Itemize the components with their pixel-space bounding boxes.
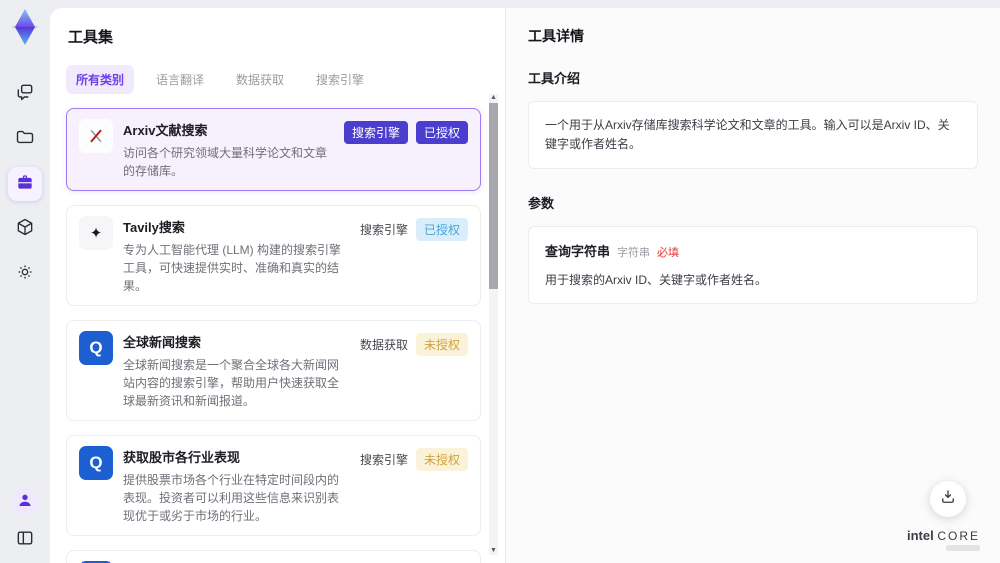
param-description: 用于搜索的Arxiv ID、关键字或作者姓名。 [545, 273, 768, 288]
tool-card-global-news[interactable]: Q 全球新闻搜索 全球新闻搜索是一个聚合全球各大新闻网站内容的搜索引擎，帮助用户… [66, 320, 481, 421]
sidebar-item-toolbox[interactable] [8, 167, 42, 201]
category-tabs: 所有类别 语言翻译 数据获取 搜索引擎 [66, 65, 481, 94]
sidebar-nav [8, 77, 42, 291]
param-box: 查询字符串 字符串 必填 用于搜索的Arxiv ID、关键字或作者姓名。 [528, 226, 978, 305]
core-wordmark: CORE [937, 529, 980, 543]
folder-icon [15, 127, 35, 152]
tool-description: 专为人工智能代理 (LLM) 构建的搜索引擎工具，可快速提供实时、准确和真实的结… [123, 243, 342, 293]
sidebar-item-account[interactable] [10, 487, 40, 517]
page-title: 工具集 [68, 29, 114, 46]
detail-title: 工具详情 [528, 28, 584, 44]
tool-card-tavily[interactable]: ✦ Tavily搜索 专为人工智能代理 (LLM) 构建的搜索引擎工具，可快速提… [66, 205, 481, 306]
intel-core-logo: intel CORE [907, 528, 980, 551]
gear-icon [15, 262, 35, 287]
scroll-down-icon[interactable]: ▼ [490, 547, 497, 555]
scrollbar-thumb[interactable] [489, 103, 498, 289]
tool-list: Arxiv文献搜索 访问各个研究领域大量科学论文和文章的存储库。 搜索引擎 已授… [66, 108, 481, 563]
category-badge: 数据获取 [359, 338, 408, 352]
tool-list-panel: 工具集 所有类别 语言翻译 数据获取 搜索引擎 Arxiv文献搜索 访问各个研究… [50, 8, 505, 563]
app-logo-icon [7, 7, 43, 47]
sidebar-item-files[interactable] [8, 122, 42, 156]
intel-sub-badge [946, 545, 980, 551]
download-button[interactable] [930, 481, 966, 517]
auth-status-badge: 未授权 [415, 333, 468, 356]
cube-icon [15, 217, 35, 242]
arxiv-logo-icon [79, 119, 113, 153]
category-badge: 搜索引擎 [343, 121, 408, 144]
intro-text: 一个用于从Arxiv存储库搜索科学论文和文章的工具。输入可以是Arxiv ID、… [545, 118, 950, 152]
download-icon [939, 488, 957, 511]
chat-icon [15, 82, 35, 107]
sidebar-item-chat[interactable] [8, 77, 42, 111]
sidebar-item-plugins[interactable] [8, 212, 42, 246]
tool-description: 访问各个研究领域大量科学论文和文章的存储库。 [123, 146, 328, 178]
category-badge: 搜索引擎 [359, 223, 408, 237]
user-icon [16, 491, 34, 514]
tool-description: 提供股票市场各个行业在特定时间段内的表现。投资者可以利用这些信息来识别表现优于或… [123, 473, 340, 523]
param-name: 查询字符串 [545, 244, 611, 260]
panel-toggle-icon [15, 528, 35, 553]
tool-name: Arxiv文献搜索 [123, 123, 208, 138]
param-type: 字符串 [617, 247, 651, 260]
tavily-star-icon: ✦ [79, 216, 113, 250]
tool-card-most-active-stocks[interactable]: Q 获取市场最活跃股票信息 提供当天交易量最高的股票列表，投资者可以利用这些信息… [66, 550, 481, 563]
intro-heading: 工具介绍 [528, 71, 581, 86]
tool-card-arxiv[interactable]: Arxiv文献搜索 访问各个研究领域大量科学论文和文章的存储库。 搜索引擎 已授… [66, 108, 481, 191]
toolbox-icon [15, 172, 35, 197]
app-sidebar [0, 0, 50, 563]
auth-status-badge: 未授权 [415, 448, 468, 471]
intro-box: 一个用于从Arxiv存储库搜索科学论文和文章的工具。输入可以是Arxiv ID、… [528, 101, 978, 170]
category-badge: 搜索引擎 [359, 453, 408, 467]
tool-card-sector-performance[interactable]: Q 获取股市各行业表现 提供股票市场各个行业在特定时间段内的表现。投资者可以利用… [66, 435, 481, 536]
news-q-icon: Q [79, 331, 113, 365]
tool-detail-panel: 工具详情 工具介绍 一个用于从Arxiv存储库搜索科学论文和文章的工具。输入可以… [505, 8, 1000, 563]
param-required-badge: 必填 [657, 247, 680, 260]
tab-all-categories[interactable]: 所有类别 [66, 65, 135, 94]
news-q-icon: Q [79, 446, 113, 480]
params-heading: 参数 [528, 196, 555, 212]
tool-name: 全球新闻搜索 [123, 335, 202, 350]
auth-status-badge: 已授权 [415, 121, 468, 144]
tool-name: Tavily搜索 [123, 220, 185, 235]
tool-description: 全球新闻搜索是一个聚合全球各大新闻网站内容的搜索引擎，帮助用户快速获取全球最新资… [123, 358, 340, 408]
list-scrollbar[interactable]: ▲ ▼ [489, 94, 498, 555]
tab-search-engine[interactable]: 搜索引擎 [306, 65, 374, 94]
tab-language-translation[interactable]: 语言翻译 [146, 65, 214, 94]
auth-status-badge: 已授权 [415, 218, 468, 241]
scroll-up-icon[interactable]: ▲ [490, 94, 497, 102]
tab-data-acquisition[interactable]: 数据获取 [226, 65, 294, 94]
sidebar-item-settings[interactable] [8, 257, 42, 291]
main-card: 工具集 所有类别 语言翻译 数据获取 搜索引擎 Arxiv文献搜索 访问各个研究… [50, 8, 1000, 563]
tool-name: 获取股市各行业表现 [123, 450, 241, 465]
sidebar-item-collapse[interactable] [10, 525, 40, 555]
sidebar-bottom [0, 487, 50, 555]
intel-wordmark: intel [906, 528, 934, 543]
